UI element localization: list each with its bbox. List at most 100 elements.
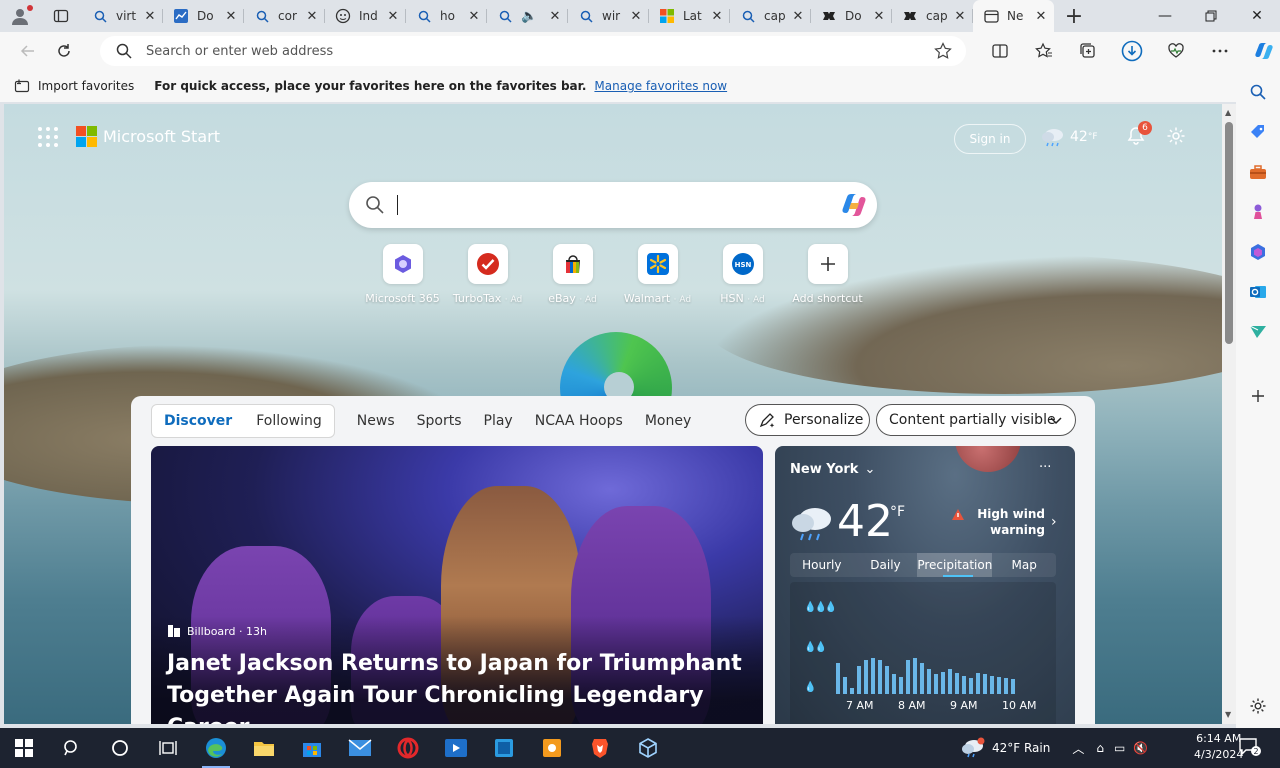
microsoft-365-icon[interactable] (382, 244, 423, 284)
sidebar-settings-button[interactable] (1248, 696, 1268, 716)
browser-tab[interactable]: wir ✕ (568, 0, 649, 32)
chevron-right-icon[interactable]: › (1051, 514, 1057, 530)
taskbar-weather-icon[interactable] (960, 737, 986, 759)
network-icon[interactable]: ⌂ (1096, 741, 1104, 755)
tab-following[interactable]: Following (256, 413, 322, 429)
browser-tab[interactable]: Ne ✕ (973, 0, 1054, 32)
action-center-button[interactable]: 2 (1238, 736, 1262, 762)
weather-alert[interactable]: High wind warning (952, 506, 1045, 538)
taskbar-mail[interactable] (336, 728, 384, 768)
settings-and-more-button[interactable] (1198, 35, 1242, 67)
close-tab-icon[interactable]: ✕ (953, 9, 967, 24)
weather-tab-map[interactable]: Map (992, 553, 1056, 577)
tab-money[interactable]: Money (645, 413, 691, 429)
collections-button[interactable] (1066, 35, 1110, 67)
cortana-button[interactable] (96, 728, 144, 768)
browser-tab[interactable]: cap ✕ (892, 0, 973, 32)
sidebar-search-button[interactable] (1248, 82, 1268, 102)
walmart-spark-icon[interactable] (637, 244, 678, 284)
browser-tab[interactable]: cor ✕ (244, 0, 325, 32)
ebay-bag-icon[interactable] (552, 244, 593, 284)
hero-article-card[interactable]: Billboard · 13h Janet Jackson Returns to… (151, 446, 763, 724)
close-tab-icon[interactable]: ✕ (467, 9, 481, 24)
address-bar[interactable] (100, 36, 966, 66)
plus-icon[interactable] (807, 244, 848, 284)
close-tab-icon[interactable]: ✕ (143, 9, 157, 24)
taskbar-app-blue[interactable] (480, 728, 528, 768)
browser-tab[interactable]: Do ✕ (811, 0, 892, 32)
manage-favorites-link[interactable]: Manage favorites now (594, 79, 727, 93)
browser-tab[interactable]: virt ✕ (82, 0, 163, 32)
tab-sports[interactable]: Sports (417, 413, 462, 429)
close-tab-icon[interactable]: ✕ (224, 9, 238, 24)
taskbar-3d-app[interactable] (624, 728, 672, 768)
brand-title[interactable]: Microsoft Start (103, 127, 220, 146)
copilot-button[interactable] (1242, 35, 1280, 67)
browser-tab[interactable]: cap ✕ (730, 0, 811, 32)
taskbar-search-button[interactable] (48, 728, 96, 768)
favorites-button[interactable] (1022, 35, 1066, 67)
taskbar-opera[interactable] (384, 728, 432, 768)
start-button[interactable] (0, 728, 48, 768)
weather-location[interactable]: New York ⌄ (790, 462, 875, 477)
header-weather[interactable]: 42 °F (1040, 126, 1098, 148)
shortcut-microsoft-365[interactable]: Microsoft 365 (360, 244, 445, 305)
tab-discover[interactable]: Discover (164, 413, 232, 429)
taskbar-edge[interactable] (192, 728, 240, 768)
app-launcher-icon[interactable] (38, 126, 58, 147)
browser-essentials-button[interactable] (1154, 35, 1198, 67)
tab-ncaa-hoops[interactable]: NCAA Hoops (535, 413, 623, 429)
page-settings-button[interactable] (1166, 126, 1186, 150)
taskbar-app-orange[interactable] (528, 728, 576, 768)
restore-button[interactable] (1188, 0, 1234, 32)
shortcut-turbotax[interactable]: TurboTax · Ad (445, 244, 530, 305)
taskbar-brave[interactable] (576, 728, 624, 768)
import-favorites-button[interactable]: Import favorites (14, 78, 134, 94)
browser-tab[interactable]: Lat ✕ (649, 0, 730, 32)
taskbar-clock[interactable]: 6:14 AM 4/3/2024 (1194, 731, 1243, 763)
scrollbar-thumb[interactable] (1225, 122, 1233, 344)
profile-button[interactable] (0, 0, 40, 32)
taskbar-store[interactable] (288, 728, 336, 768)
favorite-star-icon[interactable] (934, 42, 952, 60)
close-tab-icon[interactable]: ✕ (872, 9, 886, 24)
article-headline[interactable]: Janet Jackson Returns to Japan for Trium… (167, 648, 747, 724)
content-visibility-dropdown[interactable]: Content partially visible (876, 404, 1076, 436)
close-tab-icon[interactable]: ✕ (629, 9, 643, 24)
shortcut-walmart[interactable]: Walmart · Ad (615, 244, 700, 305)
close-tab-icon[interactable]: ✕ (710, 9, 724, 24)
sidebar-outlook-button[interactable] (1248, 282, 1268, 302)
weather-tab-hourly[interactable]: Hourly (790, 553, 854, 577)
add-shortcut-button[interactable]: Add shortcut (785, 244, 870, 305)
browser-tab[interactable]: 🔈 ✕ (487, 0, 568, 32)
minimize-button[interactable]: — (1142, 0, 1188, 32)
close-tab-icon[interactable]: ✕ (1034, 9, 1048, 24)
back-button[interactable] (10, 35, 46, 67)
weather-tab-daily[interactable]: Daily (854, 553, 918, 577)
close-tab-icon[interactable]: ✕ (548, 9, 562, 24)
weather-card[interactable]: New York ⌄ ··· 42 °F High wind warning ›… (775, 446, 1075, 724)
close-tab-icon[interactable]: ✕ (386, 9, 400, 24)
close-window-button[interactable]: ✕ (1234, 0, 1280, 32)
personalize-button[interactable]: Personalize (745, 404, 870, 436)
volume-muted-icon[interactable]: 🔇 (1133, 741, 1148, 755)
notifications-button[interactable]: 6 (1126, 121, 1152, 150)
weather-more-button[interactable]: ··· (1039, 460, 1051, 475)
weather-tab-precipitation[interactable]: Precipitation (917, 553, 993, 577)
sidebar-drop-button[interactable] (1248, 322, 1268, 342)
new-tab-button[interactable]: + (1054, 0, 1094, 32)
tab-play[interactable]: Play (484, 413, 513, 429)
task-view-button[interactable] (144, 728, 192, 768)
shortcut-ebay[interactable]: eBay · Ad (530, 244, 615, 305)
chevron-up-icon[interactable]: ︿ (1072, 740, 1084, 757)
speaker-icon[interactable]: 🔈 (521, 9, 537, 24)
taskbar-weather-text[interactable]: 42°F Rain (992, 741, 1050, 755)
sign-in-button[interactable]: Sign in (954, 124, 1026, 154)
monitor-icon[interactable]: ▭ (1114, 741, 1125, 755)
hsn-logo-icon[interactable]: HSN (722, 244, 763, 284)
sidebar-shopping-button[interactable] (1248, 122, 1268, 142)
browser-tab[interactable]: Ind ✕ (325, 0, 406, 32)
taskbar-file-explorer[interactable] (240, 728, 288, 768)
tab-news[interactable]: News (357, 413, 395, 429)
browser-tab[interactable]: Do ✕ (163, 0, 244, 32)
